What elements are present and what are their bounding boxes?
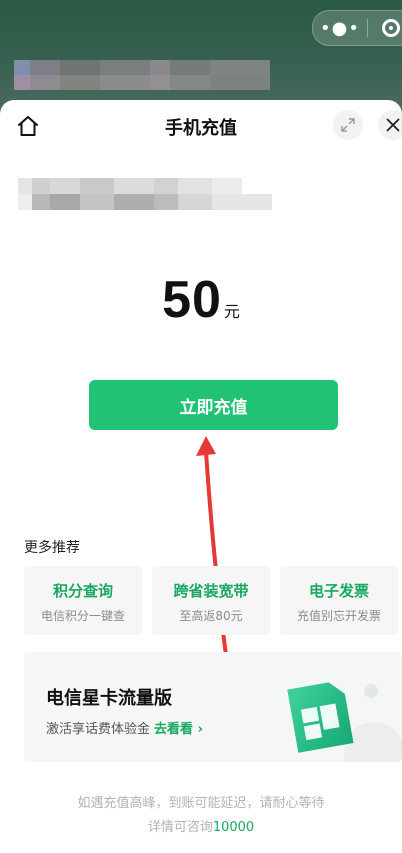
recharge-sheet: 手机充值 50 元 立即充值 更多推荐 积分查询 电信积分一键查 跨省装宽带 至… bbox=[0, 100, 402, 853]
promo-subtitle: 激活享话费体验金 去看看 › bbox=[46, 718, 203, 737]
amount-unit: 元 bbox=[223, 302, 240, 321]
expand-button[interactable] bbox=[333, 110, 363, 140]
promo-subtitle-text: 激活享话费体验金 bbox=[46, 722, 151, 737]
notice-prefix: 详情可咨询 bbox=[147, 820, 213, 835]
notice-line-1: 如遇充值高峰，到账可能延迟，请耐心等待 bbox=[77, 796, 325, 811]
more-recommendations-title: 更多推荐 bbox=[24, 540, 80, 556]
card-broadband[interactable]: 跨省装宽带 至高返80元 bbox=[152, 566, 270, 635]
miniprogram-capsule: •●• bbox=[312, 10, 402, 46]
promo-link-label: 去看看 bbox=[154, 722, 194, 737]
card-points-query[interactable]: 积分查询 电信积分一键查 bbox=[24, 566, 142, 635]
card-e-invoice[interactable]: 电子发票 充值别忘开发票 bbox=[280, 566, 398, 635]
service-number-link[interactable]: 10000 bbox=[213, 820, 254, 835]
card-title: 电子发票 bbox=[308, 582, 369, 600]
capsule-divider bbox=[367, 19, 368, 37]
card-subtitle: 电信积分一键查 bbox=[40, 609, 125, 623]
recommendation-cards: 积分查询 电信积分一键查 跨省装宽带 至高返80元 电子发票 充值别忘开发票 bbox=[24, 566, 398, 635]
recharge-now-button[interactable]: 立即充值 bbox=[89, 380, 338, 430]
phone-number-blurred bbox=[18, 178, 288, 210]
recharge-amount: 50 元 bbox=[0, 270, 402, 330]
exit-miniprogram-icon[interactable] bbox=[382, 19, 400, 37]
sheet-header: 手机充值 bbox=[0, 100, 402, 152]
card-subtitle: 至高返80元 bbox=[179, 609, 243, 623]
amount-value: 50 bbox=[162, 271, 222, 329]
blurred-content-mosaic bbox=[14, 60, 314, 90]
decor-bubble bbox=[364, 684, 378, 698]
card-subtitle: 充值别忘开发票 bbox=[296, 609, 381, 623]
notice-line-2: 详情可咨询10000 bbox=[0, 816, 402, 840]
close-button[interactable] bbox=[378, 110, 402, 140]
sim-card-icon bbox=[287, 682, 354, 753]
promo-title: 电信星卡流量版 bbox=[46, 688, 172, 709]
card-title: 跨省装宽带 bbox=[173, 582, 249, 600]
promo-link[interactable]: 去看看 › bbox=[154, 722, 203, 737]
recharge-notice: 如遇充值高峰，到账可能延迟，请耐心等待 详情可咨询10000 bbox=[0, 792, 402, 840]
close-icon bbox=[386, 118, 400, 132]
card-title: 积分查询 bbox=[52, 582, 113, 600]
promo-banner[interactable]: 电信星卡流量版 激活享话费体验金 去看看 › bbox=[24, 652, 402, 762]
more-icon[interactable]: •●• bbox=[313, 18, 367, 39]
chevron-right-icon: › bbox=[197, 722, 203, 737]
expand-icon bbox=[341, 118, 355, 132]
